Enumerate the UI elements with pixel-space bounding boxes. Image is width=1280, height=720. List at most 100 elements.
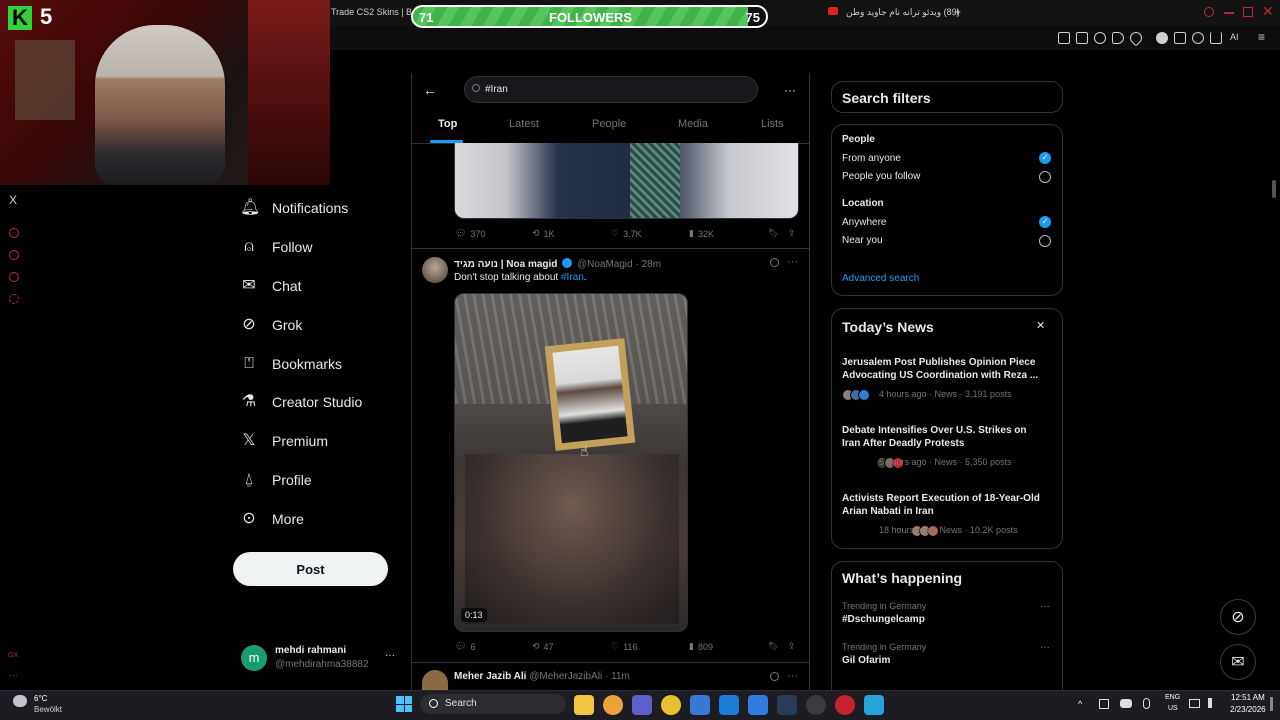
author-avatar[interactable] (422, 670, 448, 690)
close-news-button[interactable]: ✕ (1036, 319, 1045, 332)
trend-topic[interactable]: #Dschungelcamp (842, 614, 925, 625)
trend-more-icon[interactable]: ··· (1040, 642, 1050, 653)
post-more-icon[interactable]: ··· (787, 670, 798, 682)
messages-floating-button[interactable]: ✉ (1220, 644, 1256, 680)
pin-icon[interactable] (1058, 32, 1070, 44)
tab-latest[interactable]: Latest (509, 118, 539, 130)
language-top[interactable]: ENG (1165, 694, 1180, 701)
trend-more-icon[interactable]: ··· (1040, 601, 1050, 612)
more-icon[interactable]: ··· (9, 670, 18, 680)
x-logo-icon[interactable]: X (9, 193, 17, 207)
teams-icon[interactable] (632, 695, 652, 715)
wallet-icon[interactable] (1156, 32, 1168, 44)
like-button[interactable]: ♡ 3.7K (611, 228, 642, 239)
network-icon[interactable] (1189, 699, 1200, 708)
news-headline[interactable]: Activists Report Execution of 18-Year-Ol… (842, 492, 1042, 518)
nav-item-premium[interactable]: 𝕏 Premium (240, 428, 328, 454)
windows-start-icon[interactable] (396, 696, 412, 712)
sidebar-app-icon[interactable] (9, 228, 19, 238)
nav-item-grok[interactable]: ⊘ Grok (240, 312, 302, 338)
language-bottom[interactable]: US (1168, 705, 1178, 712)
clock-time[interactable]: 12:51 AM (1231, 693, 1265, 702)
browser-tab-cs2[interactable]: Trade CS2 Skins | Be (331, 7, 417, 17)
nav-item-creator-studio[interactable]: ⚗︎ Creator Studio (240, 389, 362, 415)
app-icon[interactable] (806, 695, 826, 715)
minimize-icon[interactable] (1224, 12, 1234, 14)
filter-near-you[interactable]: Near you (842, 235, 883, 246)
bookmark-icon[interactable]: 🔖︎ (768, 641, 779, 652)
reply-button[interactable]: 💬︎ 370 (455, 228, 485, 239)
new-tab-button[interactable]: + (954, 5, 961, 19)
browser-tab-youtube[interactable]: (89) ویدئو ترانه نام جاوید وطن (846, 7, 960, 18)
tab-top[interactable]: Top (438, 118, 457, 130)
app-icon[interactable] (864, 695, 884, 715)
search-input[interactable]: #Iran (464, 76, 758, 103)
reply-button[interactable]: 💬︎ 6 (455, 641, 475, 652)
account-name[interactable]: mehdi rahmani (275, 645, 346, 656)
player-icon[interactable] (1112, 32, 1124, 44)
settings-icon[interactable] (1192, 32, 1204, 44)
author-name[interactable]: נועה מגיד | Noa magid (454, 259, 557, 270)
hashtag-link[interactable]: #Iran (561, 272, 584, 283)
tab-people[interactable]: People (592, 118, 626, 130)
author-avatar[interactable] (422, 257, 448, 283)
nav-item-follow[interactable]: ⍝ Follow (240, 234, 312, 260)
nav-item-bookmarks[interactable]: ⍞ Bookmarks (240, 351, 342, 377)
vpn-icon[interactable] (1094, 32, 1106, 44)
views-button[interactable]: ▮ 32K (689, 228, 714, 239)
trend-topic[interactable]: Gil Ofarim (842, 655, 890, 666)
file-explorer-icon[interactable] (574, 695, 594, 715)
menu-icon[interactable]: ≡ (1258, 30, 1265, 44)
taskbar-search[interactable] (420, 694, 566, 714)
author-name[interactable]: Meher Jazib Ali (454, 671, 526, 682)
nav-item-profile[interactable]: ⍙ Profile (240, 467, 312, 493)
tab-media[interactable]: Media (678, 118, 708, 130)
screenshot-icon[interactable] (1076, 32, 1088, 44)
ai-button[interactable]: AI (1230, 32, 1239, 42)
advanced-search-link[interactable]: Advanced search (842, 273, 919, 284)
nav-item-chat[interactable]: ✉ Chat (240, 273, 301, 299)
filter-from-anyone[interactable]: From anyone (842, 153, 901, 164)
tray-icon[interactable] (1099, 699, 1109, 709)
filter-people-you-follow[interactable]: People you follow (842, 171, 920, 182)
repost-button[interactable]: ⟲ 1K (532, 228, 555, 239)
more-options-icon[interactable]: ··· (784, 83, 796, 97)
chevron-up-icon[interactable]: ^ (1078, 699, 1082, 709)
grok-floating-button[interactable]: ⊘ (1220, 599, 1256, 635)
anywhere-radio[interactable]: ✓ (1039, 216, 1051, 228)
microphone-icon[interactable] (1143, 698, 1150, 709)
from-anyone-radio[interactable]: ✓ (1039, 152, 1051, 164)
defender-icon[interactable] (748, 695, 768, 715)
maximize-icon[interactable] (1243, 7, 1253, 17)
share-icon[interactable]: ⇪ (788, 641, 796, 652)
download-icon[interactable] (1210, 32, 1222, 44)
clock-date[interactable]: 2/23/2026 (1230, 705, 1266, 714)
share-icon[interactable]: ⇪ (788, 228, 796, 239)
news-headline[interactable]: Jerusalem Post Publishes Opinion Piece A… (842, 356, 1042, 382)
news-headline[interactable]: Debate Intensifies Over U.S. Strikes on … (842, 424, 1042, 450)
people-you-follow-radio[interactable] (1039, 171, 1051, 183)
history-icon[interactable] (9, 250, 19, 260)
post-media-image[interactable] (454, 143, 799, 219)
grok-icon[interactable] (770, 258, 779, 267)
like-button[interactable]: ♡ 116 (611, 641, 637, 652)
store-icon[interactable] (690, 695, 710, 715)
bookmark-icon[interactable]: 🔖︎ (768, 228, 779, 239)
filter-anywhere[interactable]: Anywhere (842, 217, 886, 228)
close-icon[interactable]: ✕ (1262, 3, 1274, 20)
near-you-radio[interactable] (1039, 235, 1051, 247)
post-video[interactable]: 0:13 (454, 293, 688, 632)
weather-icon[interactable] (13, 695, 27, 707)
app-icon[interactable] (661, 695, 681, 715)
opera-gx-icon[interactable] (835, 695, 855, 715)
back-arrow-icon[interactable]: ← (423, 82, 437, 98)
outlook-icon[interactable] (719, 695, 739, 715)
settings-icon[interactable] (9, 294, 19, 304)
nav-item-more[interactable]: ⊙ More (240, 506, 304, 532)
repost-button[interactable]: ⟲ 47 (532, 641, 554, 652)
views-button[interactable]: ▮ 809 (689, 641, 713, 652)
discord-icon[interactable] (1120, 699, 1132, 708)
scrollbar-thumb[interactable] (1272, 180, 1276, 198)
grok-icon[interactable] (770, 672, 779, 681)
show-desktop-button[interactable] (1270, 697, 1273, 711)
